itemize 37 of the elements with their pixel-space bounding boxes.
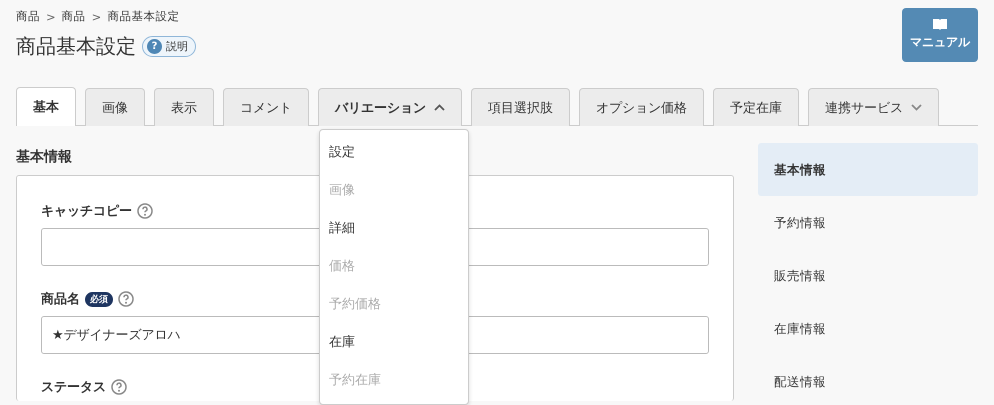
menu-item[interactable]: 設定 [320,134,468,172]
help-icon[interactable] [137,203,153,219]
tab[interactable]: 項目選択肢 [471,88,570,126]
side-nav-item[interactable]: 基本情報 [758,143,978,196]
book-icon [933,19,947,30]
chevron-up-icon [434,104,445,111]
question-icon: ? [147,39,162,54]
breadcrumb-link[interactable]: 商品 [16,9,40,24]
tab[interactable]: 画像 [85,88,145,126]
menu-tab[interactable]: バリエーション [318,88,462,126]
page-title: 商品基本設定 [16,33,136,60]
field-label: キャッチコピー [41,203,132,220]
help-icon[interactable] [111,379,127,395]
side-nav-item[interactable]: 予約情報 [758,196,978,249]
side-nav-item[interactable]: 配送情報 [758,355,978,405]
breadcrumb-separator: > [92,10,102,24]
chevron-down-icon [911,104,922,111]
tab[interactable]: 表示 [154,88,214,126]
side-nav-item[interactable]: 在庫情報 [758,302,978,355]
help-button[interactable]: ? 説明 [142,36,196,57]
tab[interactable]: 予定在庫 [713,88,799,126]
breadcrumb-current: 商品基本設定 [107,9,180,24]
breadcrumb-separator: > [46,10,56,24]
menu-item[interactable]: 詳細 [320,210,468,248]
tab[interactable]: 基本 [16,87,76,126]
help-icon[interactable] [118,291,134,307]
tab[interactable]: コメント [223,88,309,126]
section-title: 基本情報 [16,148,72,166]
menu-tab[interactable]: 連携サービス [808,88,939,126]
tab[interactable]: オプション価格 [579,88,704,126]
field-label: ステータス [41,379,106,396]
manual-button[interactable]: マニュアル [902,8,978,62]
menu-item[interactable]: 在庫 [320,324,468,362]
side-nav-item[interactable]: 販売情報 [758,249,978,302]
breadcrumb-link[interactable]: 商品 [62,9,86,24]
field-label: 商品名 [41,290,80,308]
required-badge: 必須 [85,292,113,306]
